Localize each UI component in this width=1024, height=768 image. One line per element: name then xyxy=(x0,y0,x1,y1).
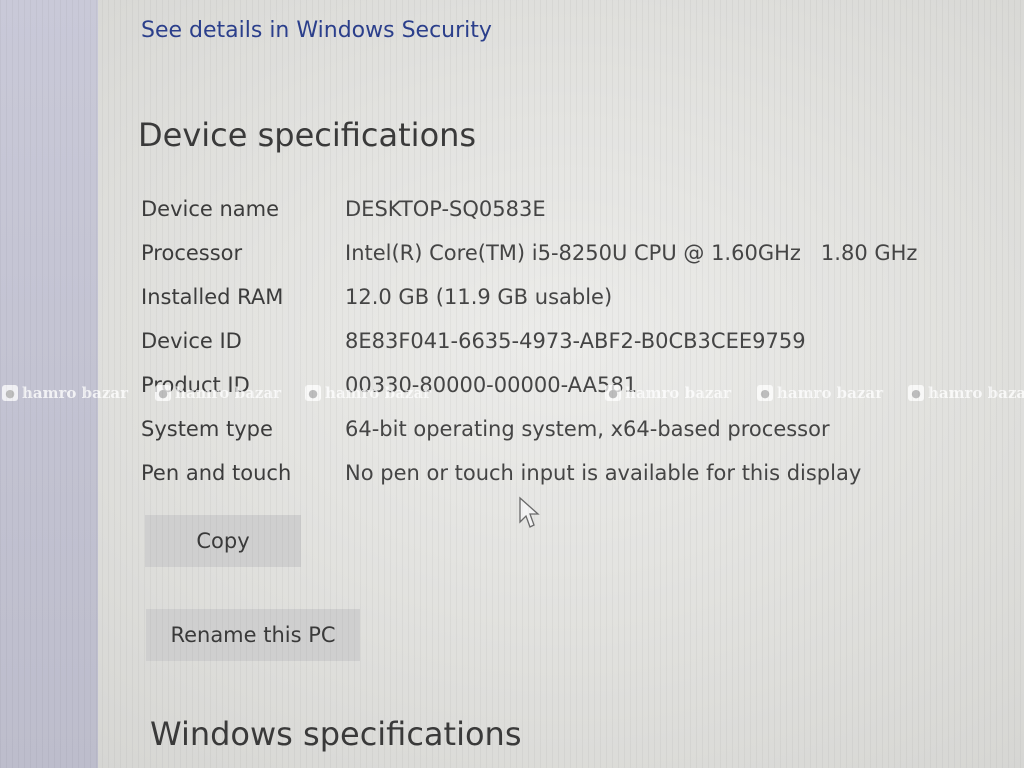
windows-security-link[interactable]: See details in Windows Security xyxy=(141,18,492,43)
copy-button[interactable]: Copy xyxy=(145,515,301,567)
spec-row-device-id: Device ID 8E83F041-6635-4973-ABF2-B0CB3C… xyxy=(0,329,1024,359)
mouse-pointer-icon xyxy=(518,496,540,534)
spec-value: Intel(R) Core(TM) i5-8250U CPU @ 1.60GHz… xyxy=(345,241,918,265)
spec-label: System type xyxy=(141,417,273,441)
spec-row-installed-ram: Installed RAM 12.0 GB (11.9 GB usable) xyxy=(0,285,1024,315)
spec-label: Device name xyxy=(141,197,280,221)
spec-label: Product ID xyxy=(141,373,250,397)
spec-label: Device ID xyxy=(141,329,242,353)
spec-row-pen-and-touch: Pen and touch No pen or touch input is a… xyxy=(0,461,1024,491)
spec-value: DESKTOP-SQ0583E xyxy=(345,197,546,221)
spec-row-system-type: System type 64-bit operating system, x64… xyxy=(0,417,1024,447)
spec-row-product-id: Product ID 00330-80000-00000-AA581 xyxy=(0,373,1024,403)
rename-pc-button[interactable]: Rename this PC xyxy=(146,609,360,661)
device-specifications-heading: Device specifications xyxy=(138,116,477,154)
spec-row-device-name: Device name DESKTOP-SQ0583E xyxy=(0,197,1024,227)
spec-label: Pen and touch xyxy=(141,461,292,485)
spec-row-processor: Processor Intel(R) Core(TM) i5-8250U CPU… xyxy=(0,241,1024,271)
spec-value: 00330-80000-00000-AA581 xyxy=(345,373,638,397)
spec-value: 8E83F041-6635-4973-ABF2-B0CB3CEE9759 xyxy=(345,329,806,353)
spec-value: 12.0 GB (11.9 GB usable) xyxy=(345,285,613,309)
spec-label: Processor xyxy=(141,241,243,265)
windows-specifications-heading: Windows specifications xyxy=(150,715,522,753)
screen: See details in Windows Security Device s… xyxy=(0,0,1024,768)
spec-value: 64-bit operating system, x64-based proce… xyxy=(345,417,830,441)
spec-label: Installed RAM xyxy=(141,285,284,309)
spec-value: No pen or touch input is available for t… xyxy=(345,461,862,485)
